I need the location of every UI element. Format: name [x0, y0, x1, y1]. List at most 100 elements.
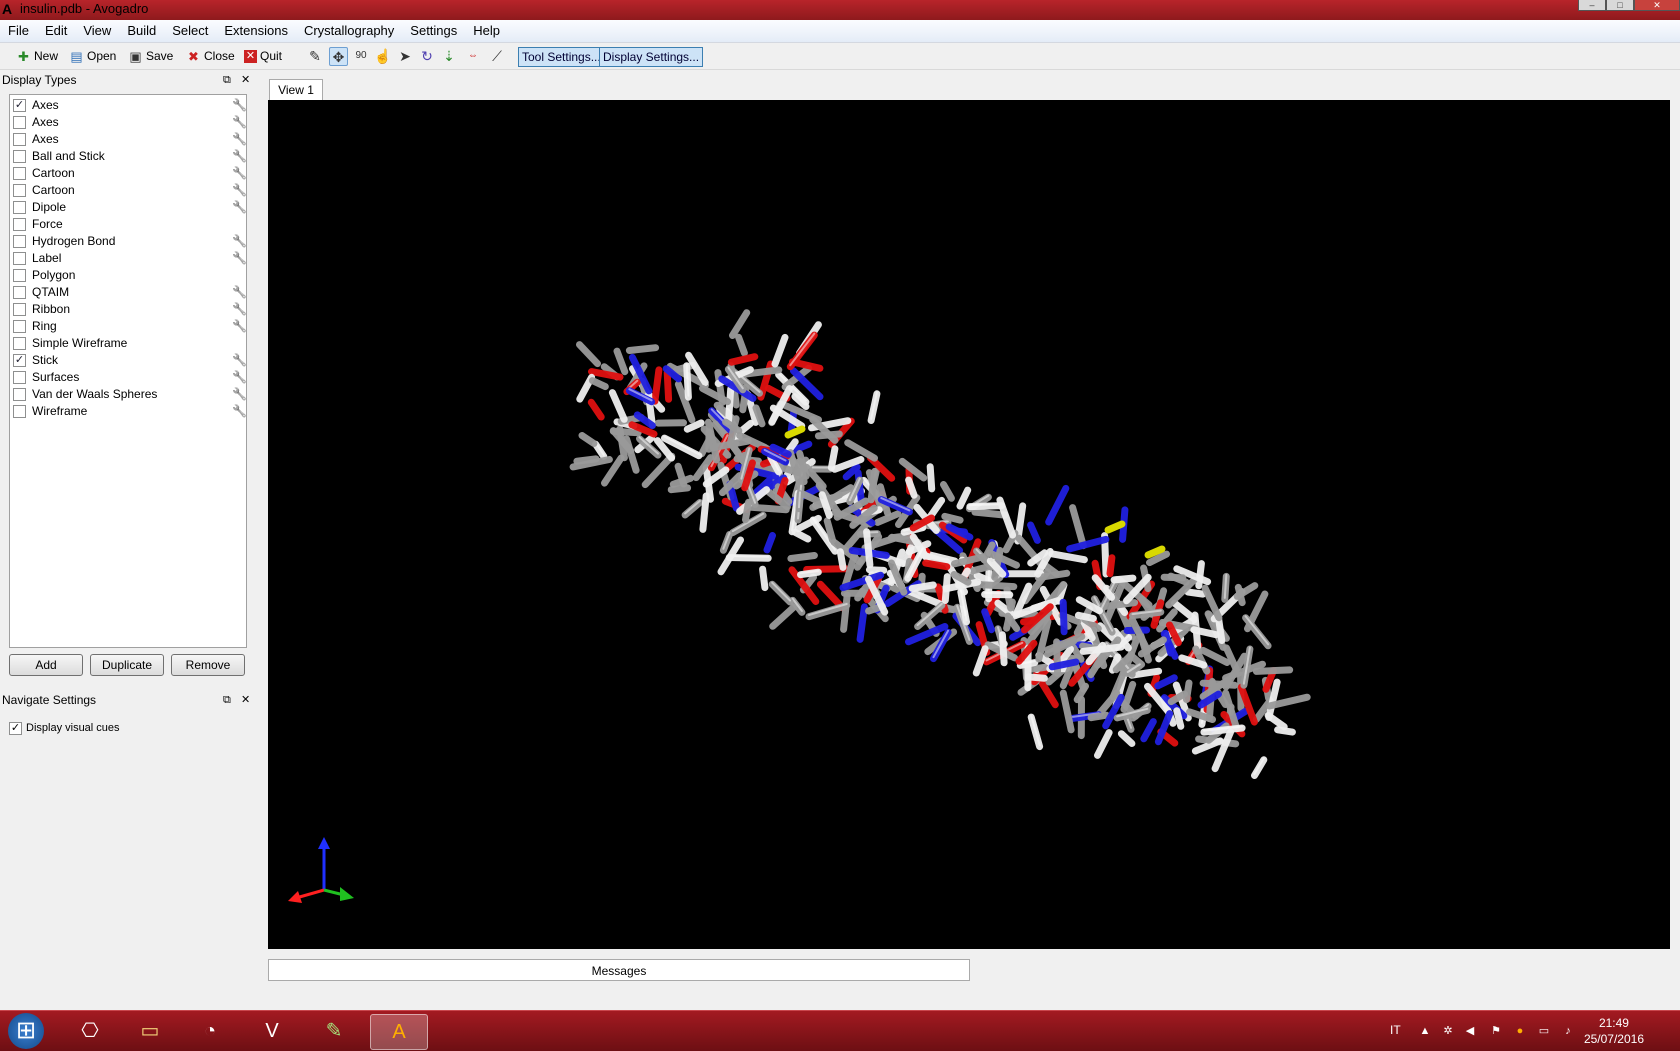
- menu-crystallography[interactable]: Crystallography: [296, 20, 402, 42]
- file-explorer-icon[interactable]: ▭: [122, 1014, 178, 1048]
- display-visual-cues-option[interactable]: ✓ Display visual cues: [9, 721, 209, 737]
- maximize-button[interactable]: □: [1606, 0, 1634, 11]
- settings-wrench-icon[interactable]: 🔧: [232, 352, 246, 368]
- display-type-checkbox[interactable]: [13, 133, 26, 146]
- settings-wrench-icon[interactable]: 🔧: [232, 165, 246, 181]
- display-type-row[interactable]: Ring🔧: [10, 318, 246, 335]
- display-type-row[interactable]: Ball and Stick🔧: [10, 148, 246, 165]
- quit-button[interactable]: ✕ Quit: [244, 46, 282, 66]
- bittorrent-icon[interactable]: ◔: [182, 1014, 238, 1048]
- display-type-checkbox[interactable]: [13, 116, 26, 129]
- dock-close-icon[interactable]: ✕: [241, 73, 250, 87]
- settings-wrench-icon[interactable]: 🔧: [232, 233, 246, 249]
- display-type-row[interactable]: Simple Wireframe: [10, 335, 246, 352]
- display-type-checkbox[interactable]: [13, 405, 26, 418]
- avogadro-taskbar-icon[interactable]: A: [370, 1014, 428, 1050]
- align-tool-icon[interactable]: ⟋: [488, 47, 506, 65]
- display-type-row[interactable]: Wireframe🔧: [10, 403, 246, 420]
- display-type-row[interactable]: Dipole🔧: [10, 199, 246, 216]
- molecule-3d-viewport[interactable]: [268, 100, 1670, 949]
- display-type-row[interactable]: Van der Waals Spheres🔧: [10, 386, 246, 403]
- display-type-row[interactable]: Polygon: [10, 267, 246, 284]
- display-type-checkbox[interactable]: [13, 218, 26, 231]
- network-share-icon[interactable]: ✲: [1440, 1023, 1456, 1039]
- draw-tool-pencil-icon[interactable]: ✎: [306, 47, 324, 65]
- acrobat-reader-icon[interactable]: ⎔: [62, 1014, 118, 1048]
- start-button-icon[interactable]: ⊞: [8, 1013, 44, 1049]
- display-type-row[interactable]: Axes🔧: [10, 114, 246, 131]
- display-type-checkbox[interactable]: [13, 252, 26, 265]
- display-type-checkbox[interactable]: [13, 286, 26, 299]
- minimize-button[interactable]: –: [1578, 0, 1606, 11]
- settings-wrench-icon[interactable]: 🔧: [232, 369, 246, 385]
- display-type-row[interactable]: Axes🔧: [10, 131, 246, 148]
- display-type-checkbox[interactable]: [13, 150, 26, 163]
- bond-centric-tool-icon[interactable]: 90: [352, 47, 370, 65]
- display-type-row[interactable]: Force: [10, 216, 246, 233]
- volume-icon[interactable]: ♪: [1560, 1023, 1576, 1039]
- display-type-checkbox[interactable]: [13, 184, 26, 197]
- dock-float-icon[interactable]: ⧉: [223, 73, 231, 87]
- display-type-checkbox[interactable]: [13, 167, 26, 180]
- display-type-row[interactable]: ✓Axes🔧: [10, 97, 246, 114]
- language-indicator[interactable]: IT: [1390, 1023, 1401, 1037]
- vivaldi-browser-icon[interactable]: V: [244, 1014, 300, 1048]
- menu-build[interactable]: Build: [119, 20, 164, 42]
- display-type-row[interactable]: ✓Stick🔧: [10, 352, 246, 369]
- display-type-row[interactable]: Surfaces🔧: [10, 369, 246, 386]
- display-type-checkbox[interactable]: [13, 337, 26, 350]
- settings-wrench-icon[interactable]: 🔧: [232, 386, 246, 402]
- settings-wrench-icon[interactable]: 🔧: [232, 182, 246, 198]
- update-notifier-icon[interactable]: ●: [1512, 1023, 1528, 1039]
- settings-wrench-icon[interactable]: 🔧: [232, 97, 246, 113]
- display-type-checkbox[interactable]: [13, 371, 26, 384]
- settings-wrench-icon[interactable]: 🔧: [232, 148, 246, 164]
- close-window-button[interactable]: ✕: [1634, 0, 1680, 11]
- dock-float-icon[interactable]: ⧉: [223, 693, 231, 707]
- notepad-icon[interactable]: ✎: [306, 1014, 362, 1048]
- menu-settings[interactable]: Settings: [402, 20, 465, 42]
- settings-wrench-icon[interactable]: 🔧: [232, 250, 246, 266]
- save-button[interactable]: ▣ Save: [128, 46, 173, 66]
- display-type-checkbox[interactable]: ✓: [13, 99, 26, 112]
- settings-wrench-icon[interactable]: 🔧: [232, 114, 246, 130]
- close-button[interactable]: ✖ Close: [186, 46, 235, 66]
- display-settings-button[interactable]: Display Settings...: [599, 47, 703, 67]
- add-button[interactable]: Add: [9, 654, 83, 676]
- measure-tool-icon[interactable]: ⇔: [464, 47, 482, 65]
- open-button[interactable]: ▤ Open: [69, 46, 116, 66]
- settings-wrench-icon[interactable]: 🔧: [232, 318, 246, 334]
- display-type-row[interactable]: Cartoon🔧: [10, 182, 246, 199]
- display-type-checkbox[interactable]: [13, 320, 26, 333]
- display-type-checkbox[interactable]: [13, 388, 26, 401]
- remove-button[interactable]: Remove: [171, 654, 245, 676]
- settings-wrench-icon[interactable]: 🔧: [232, 301, 246, 317]
- menu-help[interactable]: Help: [465, 20, 508, 42]
- display-type-row[interactable]: Label🔧: [10, 250, 246, 267]
- display-type-row[interactable]: Cartoon🔧: [10, 165, 246, 182]
- settings-wrench-icon[interactable]: 🔧: [232, 284, 246, 300]
- menu-edit[interactable]: Edit: [37, 20, 75, 42]
- menu-select[interactable]: Select: [164, 20, 216, 42]
- autorotate-tool-icon[interactable]: ↻: [418, 47, 436, 65]
- tool-settings-button[interactable]: Tool Settings...: [518, 47, 605, 67]
- auto-optimize-tool-icon[interactable]: ⇣: [440, 47, 458, 65]
- messages-tab[interactable]: Messages: [268, 959, 970, 981]
- display-type-row[interactable]: Hydrogen Bond🔧: [10, 233, 246, 250]
- dock-close-icon[interactable]: ✕: [241, 693, 250, 707]
- display-type-checkbox[interactable]: ✓: [13, 354, 26, 367]
- menu-extensions[interactable]: Extensions: [216, 20, 296, 42]
- navigate-tool-icon[interactable]: ✥: [329, 47, 348, 66]
- system-clock[interactable]: 21:49 25/07/2016: [1584, 1015, 1644, 1047]
- menu-view[interactable]: View: [75, 20, 119, 42]
- display-type-row[interactable]: QTAIM🔧: [10, 284, 246, 301]
- network-icon[interactable]: ▭: [1536, 1023, 1552, 1039]
- duplicate-button[interactable]: Duplicate: [90, 654, 164, 676]
- tray-expand-icon[interactable]: ▲: [1417, 1023, 1433, 1039]
- display-type-checkbox[interactable]: [13, 201, 26, 214]
- menu-file[interactable]: File: [0, 20, 37, 42]
- tab-view-1[interactable]: View 1: [269, 79, 323, 100]
- display-type-checkbox[interactable]: [13, 303, 26, 316]
- speaker-alert-icon[interactable]: ◀: [1462, 1023, 1478, 1039]
- display-type-row[interactable]: Ribbon🔧: [10, 301, 246, 318]
